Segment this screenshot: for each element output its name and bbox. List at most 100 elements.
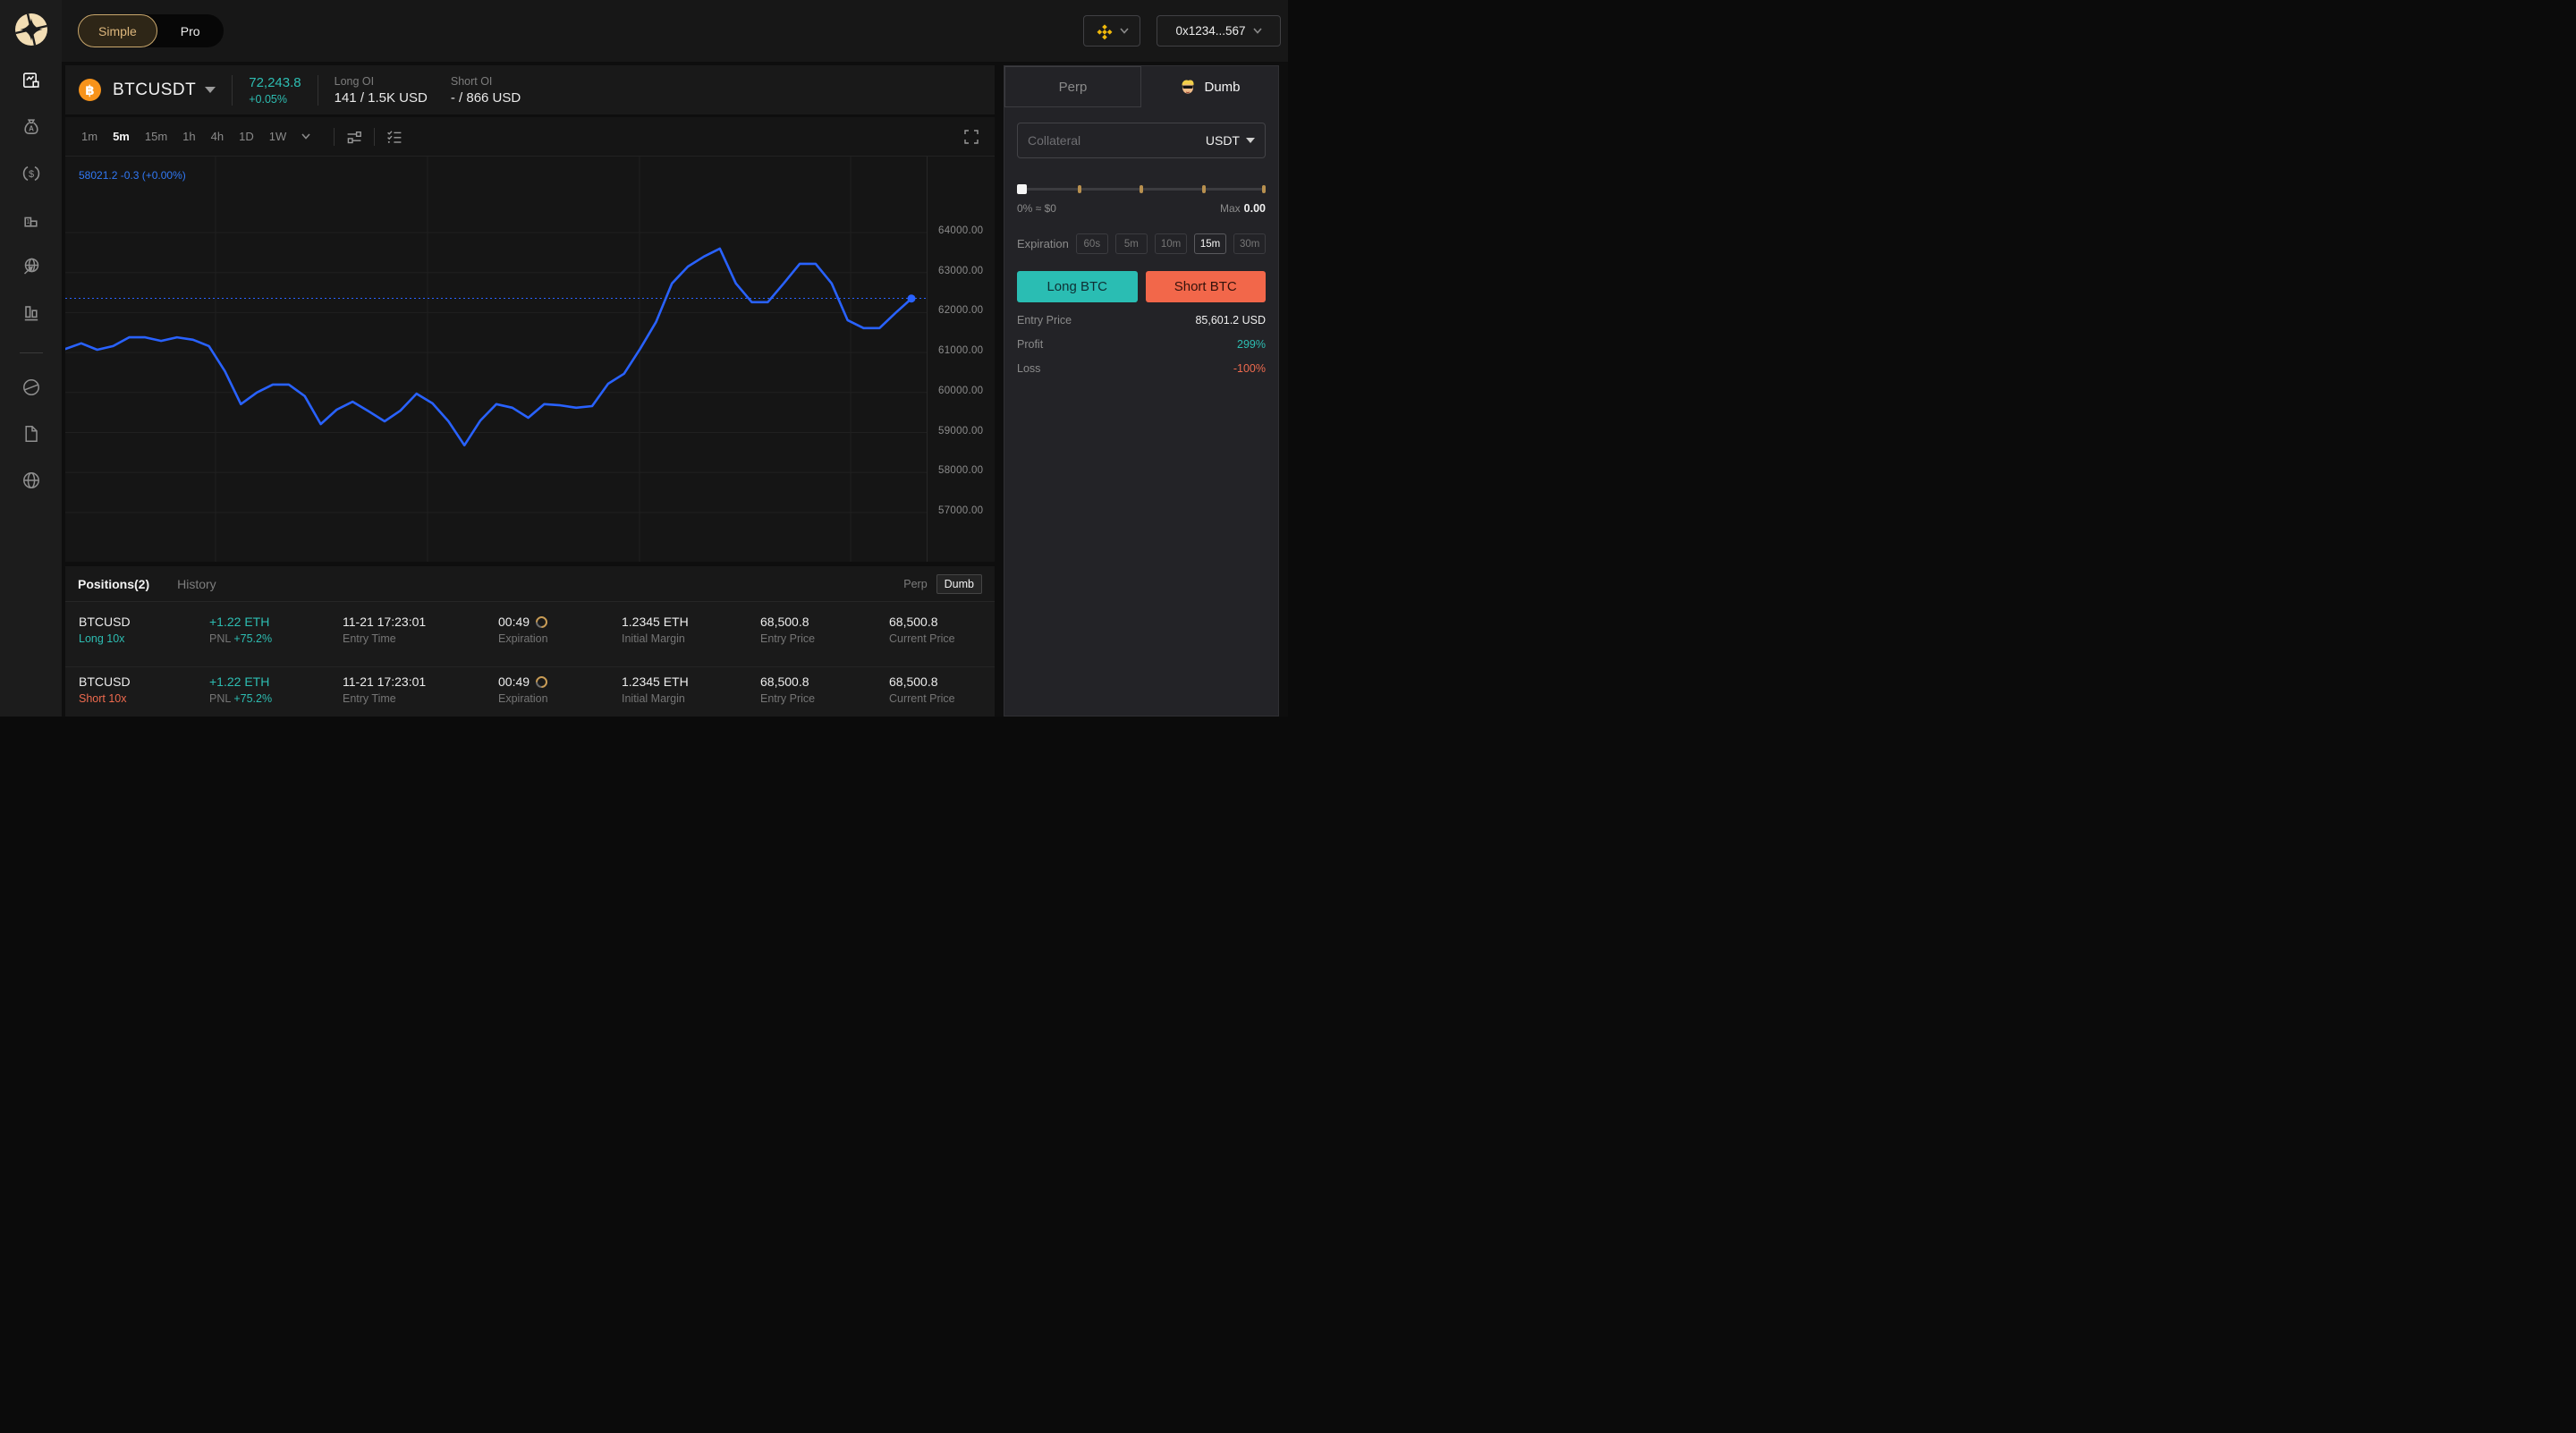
price-chart-canvas[interactable] [65,157,927,562]
positions-panel: Positions(2) History Perp Dumb BTCUSD Lo… [65,566,995,716]
docs-file-icon[interactable] [21,423,42,445]
y-axis-label: 60000.00 [938,386,983,396]
brand-logo-icon[interactable] [14,13,48,47]
chevron-down-icon [1253,28,1262,34]
indicator-settings-icon[interactable] [345,128,363,146]
slider-tick-100[interactable] [1262,185,1266,193]
toggle-perp[interactable]: Perp [903,578,927,590]
short-btc-button[interactable]: Short BTC [1146,271,1267,302]
wallet-address: 0x1234...567 [1175,24,1245,38]
timeframe-1h[interactable]: 1h [182,130,195,143]
initial-margin-value: 1.2345 ETH [622,615,689,629]
entry-price-row: Entry Price 85,601.2 USD [1017,314,1266,326]
entry-time-label: Entry Time [343,692,426,705]
checklist-icon[interactable] [386,128,403,146]
ohlc-label: 58021.2 -0.3 (+0.00%) [79,169,186,182]
tab-perp-label: Perp [1059,80,1088,95]
language-globe-icon[interactable] [21,470,42,491]
fullscreen-icon[interactable] [962,128,980,146]
short-oi-value: - / 866 USD [451,90,521,106]
slider-percent-label: 0% ≈ $0 [1017,202,1056,215]
expiration-label: Expiration [1017,237,1069,250]
expiration-60s[interactable]: 60s [1076,233,1108,254]
timeframe-1w[interactable]: 1W [269,130,287,143]
timeframe-more-chevron-icon[interactable] [301,133,310,140]
positions-header: Positions(2) History Perp Dumb [65,566,995,602]
tab-history[interactable]: History [177,577,216,591]
long-oi-value: 141 / 1.5K USD [335,90,428,106]
price-line-series [65,249,911,445]
wallet-address-button[interactable]: 0x1234...567 [1157,15,1281,47]
chart-panel: 1m 5m 15m 1h 4h 1D 1W [65,117,995,562]
mode-pro-button[interactable]: Pro [157,24,224,38]
tab-dumb[interactable]: Dumb [1141,66,1278,107]
timeframe-5m[interactable]: 5m [113,130,130,143]
trade-panel: Perp Dumb USDT [1004,65,1279,716]
initial-margin-label: Initial Margin [622,632,689,645]
position-row[interactable]: BTCUSD Short 10x +1.22 ETH PNL +75.2% 11… [65,667,995,716]
sidebar-divider [20,352,43,353]
entry-price-label: Entry Price [1017,314,1072,326]
timeframe-4h[interactable]: 4h [211,130,224,143]
orders-disc-icon[interactable] [21,377,42,398]
collateral-currency-select[interactable]: USDT [1206,133,1255,148]
chain-selector[interactable] [1083,15,1140,47]
divider [374,128,375,146]
short-oi-label: Short OI [451,75,521,88]
row-current-price-label: Current Price [889,692,955,705]
expiration-10m[interactable]: 10m [1155,233,1187,254]
pnl-value: +75.2% [233,632,272,645]
leaderboard-icon[interactable]: 1 [21,209,42,231]
trade-chart-icon[interactable] [21,70,42,91]
slider-handle[interactable] [1017,184,1027,194]
mode-simple-button[interactable]: Simple [78,14,157,47]
loss-value: -100% [1233,362,1266,375]
long-btc-button[interactable]: Long BTC [1017,271,1138,302]
expiration-row: Expiration 60s 5m 10m 15m 30m [1017,233,1266,254]
row-entry-price: 68,500.8 [760,615,815,629]
slider-tick-25[interactable] [1078,185,1081,193]
row-entry-price-label: Entry Price [760,632,815,645]
svg-text:$: $ [28,169,33,180]
expiration-5m[interactable]: 5m [1115,233,1148,254]
timeframe-1m[interactable]: 1m [81,130,97,143]
sidebar-nav: A $ 1 [20,70,43,516]
y-axis-label: 57000.00 [938,505,983,516]
stats-bars-icon[interactable] [21,302,42,324]
y-axis-label: 62000.00 [938,305,983,316]
referral-globe-icon[interactable] [21,256,42,277]
toggle-dumb[interactable]: Dumb [936,574,982,594]
symbol-dropdown-icon[interactable] [205,87,216,93]
timeframe-1d[interactable]: 1D [239,130,254,143]
symbol-name[interactable]: BTCUSDT [113,81,196,100]
trade-panel-tabs: Perp Dumb [1004,66,1278,107]
position-row[interactable]: BTCUSD Long 10x +1.22 ETH PNL +75.2% 11-… [65,602,995,667]
pnl-label: PNL [209,632,231,645]
earn-dollar-icon[interactable]: $ [21,163,42,184]
expiration-15m[interactable]: 15m [1194,233,1226,254]
price-axis[interactable]: 64000.0063000.0062000.0061000.0060000.00… [927,157,995,562]
price-chart[interactable]: 64000.0063000.0062000.0061000.0060000.00… [65,157,995,562]
collateral-currency: USDT [1206,133,1240,148]
y-axis-label: 61000.00 [938,345,983,356]
tab-positions[interactable]: Positions(2) [78,577,149,591]
mode-toggle: Simple Pro [78,14,224,47]
order-buttons: Long BTC Short BTC [1017,271,1266,302]
dumb-face-icon [1179,78,1197,96]
max-value: 0.00 [1244,202,1266,215]
slider-tick-75[interactable] [1202,185,1206,193]
row-entry-price-label: Entry Price [760,692,815,705]
chart-toolbar: 1m 5m 15m 1h 4h 1D 1W [65,117,995,157]
y-axis-label: 59000.00 [938,426,983,437]
y-axis-label: 64000.00 [938,225,983,236]
rewards-bag-icon[interactable]: A [21,116,42,138]
expiration-col-label: Expiration [498,692,548,705]
slider-tick-50[interactable] [1140,185,1143,193]
timeframe-15m[interactable]: 15m [145,130,167,143]
btc-coin-icon: ฿ [79,79,101,101]
expiration-countdown: 00:49 [498,674,530,689]
currency-dropdown-icon [1246,138,1255,143]
tab-perp[interactable]: Perp [1004,66,1141,107]
collateral-input[interactable] [1028,133,1206,148]
expiration-30m[interactable]: 30m [1233,233,1266,254]
